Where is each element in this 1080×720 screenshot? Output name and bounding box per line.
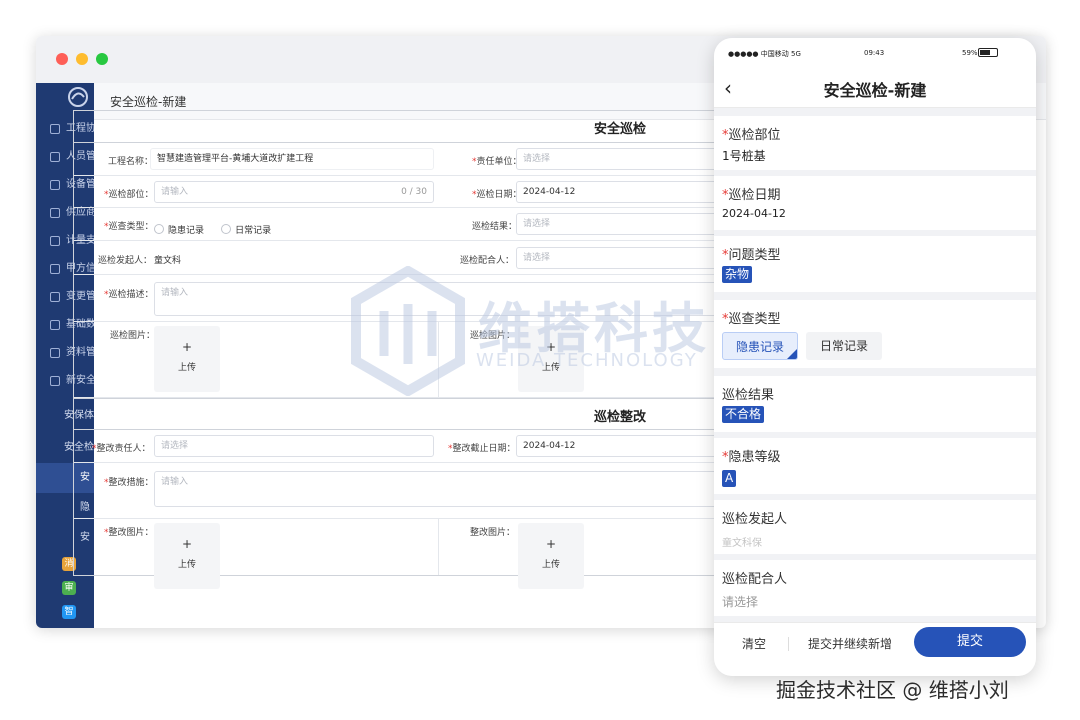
grid-icon: [50, 264, 60, 274]
check-type-daily-option[interactable]: 日常记录: [806, 332, 882, 360]
maximize-window-button[interactable]: [96, 53, 108, 65]
radio-daily[interactable]: [221, 224, 232, 234]
photo-upload-right[interactable]: + 上传: [518, 326, 584, 392]
issue-type-tag: 杂物: [722, 266, 753, 283]
mobile-page-title: 安全巡检-新建: [823, 81, 927, 100]
submit-continue-button[interactable]: 提交并继续新增: [808, 635, 892, 652]
location-input[interactable]: 请输入 0 / 30: [154, 181, 434, 203]
minimize-window-button[interactable]: [76, 53, 88, 65]
photo-label-left: 巡检图片：: [110, 331, 156, 341]
shield-icon: [50, 376, 60, 386]
battery-percent: 59%: [962, 49, 978, 57]
form-row: 巡检发起人： 童文科 巡检配合人： 请选择: [74, 241, 776, 275]
column-divider: [438, 519, 439, 575]
level-tag: A: [722, 470, 737, 487]
check-type-hazard-option[interactable]: 隐患记录: [722, 332, 798, 360]
form-row: *巡查类型： 隐患记录 日常记录 巡检结果： 请选择: [74, 208, 776, 241]
divider: [788, 637, 789, 651]
char-counter: 0 / 30: [401, 187, 427, 197]
partner-label: 巡检配合人：: [460, 256, 515, 266]
initiator-label: 巡检发起人：: [98, 256, 153, 266]
mobile-initiator-field: 巡检发起人 童文科保: [714, 500, 1036, 554]
form-row: *巡检部位： 请输入 0 / 30 *巡检日期： 2024-04-12: [74, 176, 776, 208]
battery-icon: [978, 48, 998, 57]
menu-icon: [50, 124, 60, 134]
responsible-unit-label: *责任单位：: [472, 157, 522, 167]
mobile-date-field[interactable]: *巡检日期 2024-04-12: [714, 176, 1036, 230]
rect-photo-upload-left[interactable]: + 上传: [154, 523, 220, 589]
credit-watermark: 掘金技术社区 @ 维搭小刘: [776, 678, 1009, 702]
section-header: 安全巡检: [74, 111, 773, 143]
device-icon: [50, 180, 60, 190]
page-title: 安全巡检-新建: [110, 95, 187, 109]
initiator-value: 童文科: [154, 256, 182, 266]
photo-upload-left[interactable]: + 上传: [154, 326, 220, 392]
description-textarea[interactable]: 请输入: [154, 282, 776, 316]
mobile-result-field[interactable]: 巡检结果 不合格: [714, 376, 1036, 432]
app-shortcut-icon[interactable]: 智: [62, 605, 76, 619]
rect-measure-textarea[interactable]: 请输入: [154, 471, 776, 507]
form-row: *整改责任人： 请选择 *整改截止日期： 2024-04-12: [74, 430, 776, 463]
app-shortcut-icon[interactable]: 审: [62, 581, 76, 595]
check-type-label: *巡查类型：: [104, 222, 154, 232]
form-row: *整改措施： 请输入: [74, 463, 776, 519]
form-row: 工程名称： 智慧建造管理平台-黄埔大道改扩建工程 *责任单位： 请选择: [74, 143, 776, 176]
rect-deadline-label: *整改截止日期：: [448, 444, 516, 454]
app-logo-icon: [68, 87, 88, 107]
rect-person-label: *整改责任人：: [92, 444, 151, 454]
location-label: *巡检部位：: [104, 190, 154, 200]
rect-photo-label-left: *整改图片：: [104, 528, 154, 538]
change-icon: [50, 292, 60, 302]
supplier-icon: [50, 208, 60, 218]
status-bar: ●●●●● 中国移动 5G 09:43 59%: [714, 38, 1036, 68]
submit-button[interactable]: 提交: [914, 627, 1026, 657]
project-name-label: 工程名称：: [108, 157, 154, 167]
mobile-check-type-field: *巡查类型 隐患记录 日常记录: [714, 300, 1036, 368]
mobile-partner-field[interactable]: 巡检配合人 请选择: [714, 560, 1036, 616]
mobile-level-field[interactable]: *隐患等级 A: [714, 438, 1036, 494]
result-tag: 不合格: [722, 406, 765, 423]
form-row: *巡检描述： 请输入: [74, 275, 776, 322]
close-window-button[interactable]: [56, 53, 68, 65]
database-icon: [50, 320, 60, 330]
measure-icon: [50, 236, 60, 246]
mobile-issue-type-field[interactable]: *问题类型 杂物: [714, 236, 1036, 292]
clock: 09:43: [864, 49, 885, 57]
rect-photo-upload-right[interactable]: + 上传: [518, 523, 584, 589]
date-label: *巡检日期：: [472, 190, 522, 200]
clear-button[interactable]: 清空: [742, 635, 766, 652]
photo-label-right: 巡检图片：: [470, 331, 516, 341]
rect-measure-label: *整改措施：: [104, 478, 154, 488]
check-type-radio-group: 隐患记录 日常记录: [154, 218, 283, 237]
document-icon: [50, 348, 60, 358]
radio-hazard[interactable]: [154, 224, 164, 234]
inspection-form: 安全巡检 工程名称： 智慧建造管理平台-黄埔大道改扩建工程 *责任单位： 请选择…: [73, 110, 776, 589]
selected-corner-icon: [787, 349, 797, 359]
rect-person-select[interactable]: 请选择: [154, 435, 434, 457]
nav-bar: ‹ 安全巡检-新建: [714, 68, 1036, 108]
description-label: *巡检描述：: [104, 290, 154, 300]
section-title: 安全巡检: [594, 122, 647, 137]
project-name-field: 智慧建造管理平台-黄埔大道改扩建工程: [150, 148, 434, 170]
person-icon: [50, 152, 60, 162]
rect-photo-label-right: 整改图片：: [470, 528, 516, 538]
result-label: 巡检结果：: [472, 222, 518, 232]
carrier-text: ●●●●● 中国移动 5G: [728, 50, 801, 58]
mobile-bottom-bar: 清空 提交并继续新增 提交: [714, 622, 1036, 676]
mobile-location-field[interactable]: *巡检部位 1号桩基: [714, 116, 1036, 170]
section-title: 巡检整改: [594, 410, 647, 425]
form-row: *整改图片： + 上传 整改图片： + 上传: [74, 519, 773, 589]
column-divider: [438, 322, 439, 397]
mobile-phone: ●●●●● 中国移动 5G 09:43 59% ‹ 安全巡检-新建 *巡检部位 …: [714, 38, 1036, 676]
form-row: 巡检图片： + 上传 巡检图片： + 上传: [74, 322, 773, 398]
section-header: 巡检整改: [74, 398, 773, 430]
